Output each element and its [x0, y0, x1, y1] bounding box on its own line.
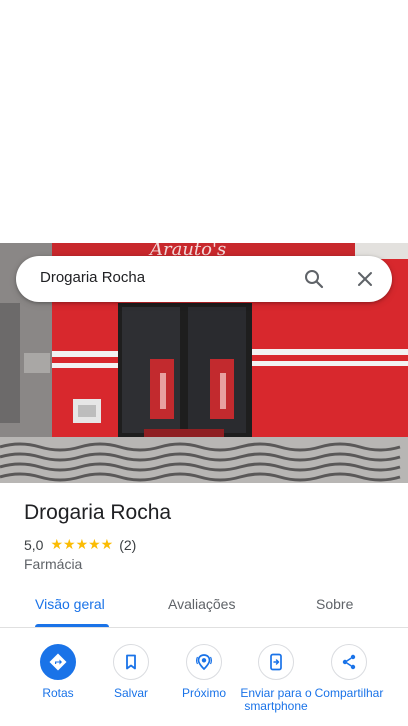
tab-overview[interactable]: Visão geral	[35, 596, 105, 612]
search-icon[interactable]	[302, 267, 326, 291]
rating-value: 5,0	[24, 536, 44, 553]
tab-bar: Visão geral Avaliações Sobre	[0, 583, 408, 628]
review-count: (2)	[119, 536, 137, 553]
star-rating-icon: ★★★★★	[50, 536, 114, 552]
tab-reviews[interactable]: Avaliações	[168, 596, 235, 612]
place-details-sheet: Drogaria Rocha 5,0 ★★★★★ (2) Farmácia Vi…	[0, 483, 408, 726]
search-query-text[interactable]: Drogaria Rocha	[40, 269, 145, 286]
directions-icon	[40, 644, 76, 680]
tab-about[interactable]: Sobre	[316, 596, 353, 612]
nearby-button[interactable]: Próximo	[164, 644, 244, 700]
bookmark-icon	[113, 644, 149, 680]
share-button[interactable]: Compartilhar	[309, 644, 389, 700]
send-to-phone-button[interactable]: Enviar para o smartphone	[236, 644, 316, 713]
share-icon	[331, 644, 367, 680]
send-to-phone-icon	[258, 644, 294, 680]
save-label: Salvar	[113, 686, 148, 700]
place-category[interactable]: Farmácia	[24, 556, 82, 572]
directions-button[interactable]: Rotas	[18, 644, 98, 700]
place-name: Drogaria Rocha	[24, 501, 172, 524]
directions-label: Rotas	[42, 686, 74, 700]
action-buttons: Rotas Salvar Próximo Enviar para o smart…	[0, 644, 408, 726]
save-button[interactable]: Salvar	[91, 644, 171, 700]
close-icon[interactable]	[353, 267, 377, 291]
share-label: Compartilhar	[314, 686, 384, 700]
map-area[interactable]	[0, 0, 408, 243]
send-to-phone-label: Enviar para o smartphone	[240, 686, 312, 713]
rating-row[interactable]: 5,0 ★★★★★ (2)	[24, 536, 136, 553]
nearby-icon	[186, 644, 222, 680]
search-bar[interactable]: Drogaria Rocha	[16, 256, 392, 302]
nearby-label: Próximo	[181, 686, 226, 700]
active-tab-indicator	[35, 624, 109, 627]
